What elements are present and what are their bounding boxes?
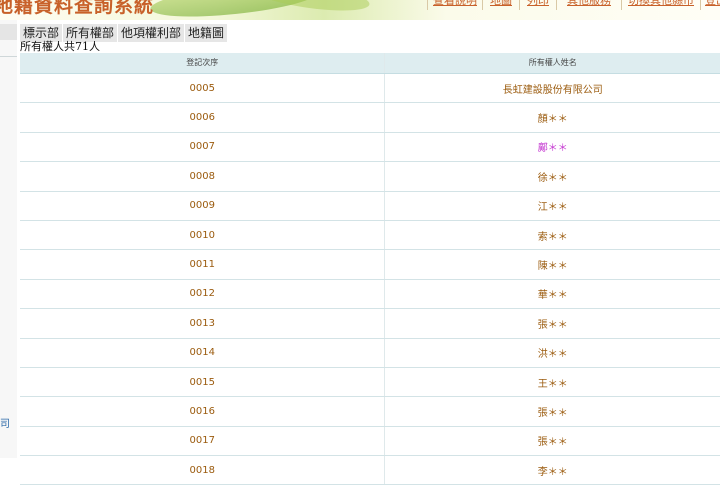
owner-name: 張＊＊ <box>537 437 568 449</box>
sidebar-divider <box>0 56 17 57</box>
owner-name: 李＊＊ <box>537 466 568 478</box>
nav-map-link[interactable]: 地圖 <box>482 0 519 10</box>
table-row: 0007 鄺＊＊ <box>20 132 720 163</box>
owner-name-cell: 索＊＊ <box>385 221 720 249</box>
table-row: 0015 王＊＊ <box>20 367 720 398</box>
registration-order-cell: 0006 <box>20 103 386 132</box>
left-sidebar: 公司 <box>0 20 17 458</box>
sidebar-header <box>0 24 17 40</box>
owner-name: 華＊＊ <box>537 290 568 302</box>
registration-order-cell: 0017 <box>20 426 386 456</box>
owner-name: 王＊＊ <box>537 378 568 390</box>
owner-name: 陳＊＊ <box>537 261 568 273</box>
owner-name-cell: 張＊＊ <box>385 397 720 425</box>
tab-other-rights[interactable]: 他項權利部 <box>118 24 186 42</box>
nav-help-link[interactable]: 查看說明 <box>427 0 482 10</box>
owner-name-cell: 鄺＊＊ <box>385 133 720 161</box>
owner-name: 徐＊＊ <box>537 172 568 184</box>
table-row: 0011 陳＊＊ <box>20 250 720 280</box>
owner-name: 索＊＊ <box>537 231 568 243</box>
registration-order-cell: 0012 <box>20 279 386 309</box>
owner-name-cell: 長虹建設股份有限公司 <box>385 74 720 102</box>
column-header-order: 登記次序 <box>20 53 386 73</box>
owners-table: 登記次序 所有權人姓名 0005 長虹建設股份有限公司 0006 顏＊＊ 0007 鄺＊＊… <box>20 53 720 485</box>
table-body: 0005 長虹建設股份有限公司 0006 顏＊＊ 0007 鄺＊＊ 0008 徐＊＊ 0009 江… <box>20 74 720 485</box>
owner-name-cell: 王＊＊ <box>385 368 720 396</box>
registration-order-cell: 0015 <box>20 367 386 397</box>
registration-order-cell: 0018 <box>20 456 386 485</box>
registration-order-cell: 0014 <box>20 338 386 367</box>
owner-name: 江＊＊ <box>537 202 568 214</box>
owner-name: 洪＊＊ <box>537 349 568 361</box>
tab-cadastral-map[interactable]: 地籍圖 <box>185 24 229 42</box>
table-row: 0016 張＊＊ <box>20 397 720 427</box>
sidebar-link[interactable]: 公司 <box>0 415 17 430</box>
table-row: 0014 洪＊＊ <box>20 338 720 368</box>
site-title: 地籍資料查詢系統 <box>0 0 155 17</box>
table-header: 登記次序 所有權人姓名 <box>20 53 720 74</box>
registration-order-cell: 0009 <box>20 191 386 220</box>
table-row: 0012 華＊＊ <box>20 279 720 310</box>
owner-name-cell: 洪＊＊ <box>385 339 720 367</box>
owner-name-cell: 張＊＊ <box>385 309 720 337</box>
registration-order-cell: 0005 <box>20 74 386 103</box>
owner-count-summary: 所有權人共71人 <box>20 40 100 53</box>
owner-name-cell: 徐＊＊ <box>385 162 720 190</box>
table-row: 0018 李＊＊ <box>20 456 720 485</box>
header-banner: 地籍資料查詢系統 查看說明 地圖 列印 其他服務 切換其他縣市 登出 <box>0 0 720 20</box>
owner-name-cell: 張＊＊ <box>385 427 720 455</box>
owner-name-cell: 陳＊＊ <box>385 250 720 278</box>
registration-order-cell: 0016 <box>20 397 386 426</box>
table-row: 0005 長虹建設股份有限公司 <box>20 74 720 104</box>
owner-name-cell: 顏＊＊ <box>385 103 720 131</box>
owner-name: 顏＊＊ <box>537 114 568 126</box>
owner-name-cell: 李＊＊ <box>385 456 720 484</box>
registration-order-cell: 0007 <box>20 132 386 162</box>
registration-order-cell: 0008 <box>20 162 386 191</box>
owner-name: 張＊＊ <box>537 319 568 331</box>
table-row: 0009 江＊＊ <box>20 191 720 221</box>
nav-other-services-link[interactable]: 其他服務 <box>556 0 621 10</box>
owner-name-cell: 江＊＊ <box>385 192 720 220</box>
registration-order-cell: 0010 <box>20 220 386 250</box>
registration-order-cell: 0011 <box>20 250 386 279</box>
owner-name: 張＊＊ <box>537 407 568 419</box>
registration-order-cell: 0013 <box>20 309 386 338</box>
nav-print-link[interactable]: 列印 <box>519 0 556 10</box>
table-row: 0010 索＊＊ <box>20 220 720 251</box>
owner-name: 長虹建設股份有限公司 <box>502 84 603 96</box>
owner-name: 鄺＊＊ <box>537 143 568 155</box>
owner-name-cell: 華＊＊ <box>385 280 720 308</box>
nav-switch-county-link[interactable]: 切換其他縣市 <box>621 0 700 10</box>
table-row: 0008 徐＊＊ <box>20 162 720 192</box>
table-row: 0006 顏＊＊ <box>20 103 720 133</box>
table-row: 0013 張＊＊ <box>20 309 720 339</box>
nav-logout-link[interactable]: 登出 <box>700 0 720 10</box>
column-header-owner-name: 所有權人姓名 <box>528 58 577 67</box>
top-nav: 查看說明 地圖 列印 其他服務 切換其他縣市 登出 <box>427 0 720 10</box>
table-row: 0017 張＊＊ <box>20 426 720 457</box>
